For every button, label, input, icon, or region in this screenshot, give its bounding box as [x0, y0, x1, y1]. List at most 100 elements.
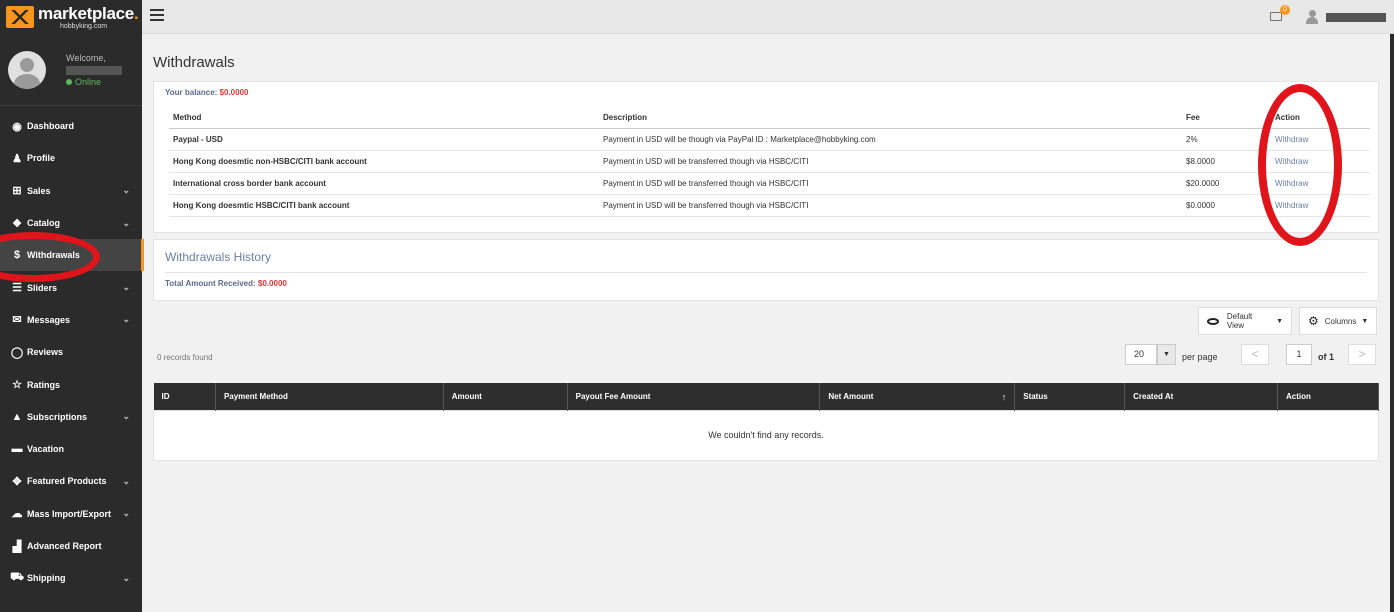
chart-icon: ▟: [12, 540, 22, 553]
thumbs-up-icon: ▲: [11, 410, 23, 423]
sidebar-item-label: Dashboard: [27, 121, 75, 132]
sidebar-item-advanced-report[interactable]: ▟ Advanced Report: [0, 530, 142, 562]
top-bar: 0: [142, 0, 1394, 34]
sidebar-item-label: Vacation: [27, 444, 65, 455]
total-received: Total Amount Received: $0.0000: [165, 279, 1367, 288]
sidebar-item-label: Shipping: [27, 573, 66, 584]
col-action: Action: [1271, 107, 1370, 129]
balance-amount: $0.0000: [219, 88, 249, 97]
withdraw-link[interactable]: Withdraw: [1275, 157, 1308, 166]
prev-page-button[interactable]: <: [1241, 344, 1269, 365]
envelope-icon: ✉: [12, 314, 22, 327]
method-name: International cross border bank account: [169, 172, 599, 195]
col-action[interactable]: Action: [1277, 383, 1379, 410]
balance: Your balance: $0.0000: [165, 88, 1367, 97]
col-status[interactable]: Status: [1014, 383, 1126, 410]
col-amount[interactable]: Amount: [443, 383, 568, 410]
per-page-select[interactable]: 20: [1125, 344, 1157, 365]
column-header-label: Created At: [1133, 391, 1174, 401]
sidebar-item-subscriptions[interactable]: ▲ Subscriptions ⌄: [0, 401, 142, 433]
username-redacted: [66, 65, 122, 75]
sidebar-item-ratings[interactable]: ☆ Ratings: [0, 368, 142, 400]
scrollbar[interactable]: [1390, 34, 1394, 612]
user-box: Welcome, Online: [0, 34, 142, 106]
chevron-down-icon[interactable]: ⌄: [122, 411, 130, 422]
sidebar-item-featured-products[interactable]: ✥ Featured Products ⌄: [0, 465, 142, 497]
method-fee: $8.0000: [1182, 150, 1271, 173]
top-username-redacted[interactable]: [1326, 13, 1386, 22]
sidebar-item-withdrawals[interactable]: $ Withdrawals: [0, 239, 144, 272]
sort-asc-icon[interactable]: ↑: [1002, 392, 1007, 402]
sidebar-item-profile[interactable]: ♟ Profile: [0, 142, 142, 174]
sidebar-item-sales[interactable]: ⊞ Sales ⌄: [0, 175, 142, 207]
notification-badge[interactable]: 0: [1280, 5, 1290, 15]
sidebar-item-label: Advanced Report: [27, 541, 102, 551]
action-cell: Withdraw: [1271, 128, 1370, 151]
menu-toggle-icon[interactable]: [150, 9, 164, 23]
sidebar-item-label: Ratings: [27, 379, 61, 390]
default-view-button[interactable]: Default View ▼: [1198, 307, 1292, 335]
col-payout-fee-amount[interactable]: Payout Fee Amount: [567, 383, 821, 410]
sidebar-item-label: Sliders: [27, 282, 58, 293]
history-title: Withdrawals History: [165, 250, 272, 264]
page-count: of 1: [1318, 352, 1335, 362]
col-net-amount[interactable]: Net Amount ↑: [819, 383, 1016, 410]
brand-name: marketplace: [38, 3, 134, 23]
sidebar-item-sliders[interactable]: ☰ Sliders ⌄: [0, 271, 142, 303]
history-table: ID Payment Method Amount Payout Fee Amount N…: [153, 383, 1379, 461]
columns-button[interactable]: ⚙ Columns ▼: [1299, 307, 1377, 335]
chevron-down-icon[interactable]: ⌄: [122, 218, 130, 229]
column-header-label: ID: [161, 391, 170, 401]
sidebar-item-dashboard[interactable]: ◉ Dashboard: [0, 110, 142, 142]
sidebar-item-shipping[interactable]: ⛟ Shipping ⌄: [0, 562, 142, 594]
method-name: Hong Kong doesmtic HSBC/CITI bank accoun…: [169, 194, 599, 217]
col-created-at[interactable]: Created At: [1124, 383, 1279, 410]
column-header-label: Net Amount: [828, 391, 874, 401]
per-page-dropdown-icon[interactable]: ▼: [1157, 344, 1176, 365]
sidebar-item-label: Catalog: [27, 218, 61, 229]
col-method: Method: [169, 107, 599, 129]
chevron-down-icon[interactable]: ⌄: [122, 185, 130, 196]
comment-icon: ◯: [10, 346, 24, 359]
chevron-down-icon[interactable]: ⌄: [122, 573, 130, 584]
user-icon[interactable]: [1306, 10, 1318, 24]
records-found: 0 records found: [157, 353, 213, 362]
column-header-label: Action: [1286, 391, 1311, 401]
next-page-button[interactable]: >: [1348, 344, 1376, 365]
chevron-down-icon[interactable]: ⌄: [122, 314, 130, 325]
sidebar-item-vacation[interactable]: ▬ Vacation: [0, 433, 142, 465]
sidebar-item-label: Sales: [27, 185, 51, 196]
sidebar-item-messages[interactable]: ✉ Messages ⌄: [0, 304, 142, 336]
action-cell: Withdraw: [1271, 172, 1370, 195]
chevron-down-icon[interactable]: ⌄: [122, 282, 130, 293]
page-number-input[interactable]: 1: [1286, 344, 1312, 365]
sidebar-item-catalog[interactable]: ❖ Catalog ⌄: [0, 207, 142, 239]
eye-icon: [1207, 317, 1219, 325]
caret-down-icon: ▼: [1361, 317, 1369, 325]
featured-icon: ✥: [12, 475, 22, 488]
method-description: Payment in USD will be transferred thoug…: [599, 194, 1182, 217]
gear-icon: ⚙: [1308, 314, 1319, 328]
col-payment-method[interactable]: Payment Method: [215, 383, 444, 410]
withdraw-link[interactable]: Withdraw: [1275, 201, 1308, 210]
logo[interactable]: marketplace. hobbyking.com: [0, 0, 142, 34]
total-received-amount: $0.0000: [257, 279, 287, 288]
mail-icon[interactable]: [1270, 12, 1282, 21]
star-icon: ☆: [12, 379, 22, 392]
chevron-down-icon[interactable]: ⌄: [122, 476, 130, 487]
chevron-down-icon[interactable]: ⌄: [122, 508, 130, 519]
sidebar-item-mass-import-export[interactable]: ☁ Mass Import/Export ⌄: [0, 498, 142, 530]
table-row: Paypal - USD Payment in USD will be thoug…: [169, 128, 1370, 151]
col-id[interactable]: ID: [153, 383, 216, 410]
sidebar-item-reviews[interactable]: ◯ Reviews: [0, 336, 142, 368]
sidebar-item-label: Subscriptions: [27, 411, 88, 422]
online-label: Online: [75, 76, 102, 87]
brand-subtitle: hobbyking.com: [60, 22, 108, 30]
col-fee: Fee: [1182, 107, 1271, 129]
sidebar-item-label: Messages: [27, 314, 71, 325]
method-fee: $20.0000: [1182, 172, 1271, 195]
withdraw-link[interactable]: Withdraw: [1275, 135, 1308, 144]
withdraw-link[interactable]: Withdraw: [1275, 179, 1308, 188]
total-received-label: Total Amount Received:: [165, 279, 256, 288]
grid-toolbar: Default View ▼ ⚙ Columns ▼ 0 records fou…: [153, 301, 1379, 371]
